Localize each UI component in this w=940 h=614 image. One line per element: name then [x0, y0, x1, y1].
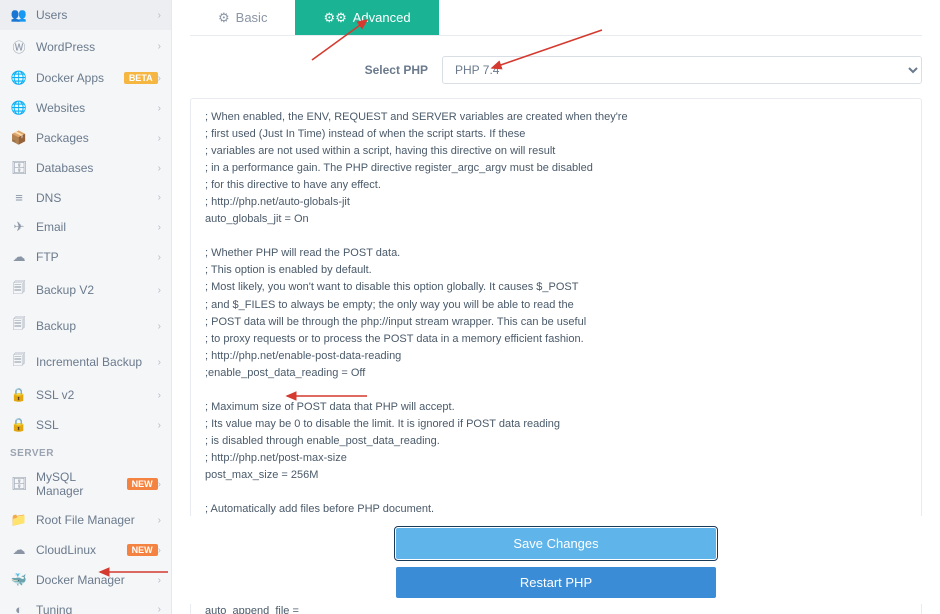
select-php-dropdown[interactable]: PHP 7.4: [442, 56, 922, 84]
sidebar: 👥Users›ⓌWordPress›🌐Docker AppsBETA›🌐Webs…: [0, 0, 172, 614]
chevron-right-icon: ›: [158, 10, 161, 21]
sidebar-item-label: Incremental Backup: [36, 355, 158, 369]
sidebar-item-docker-manager[interactable]: 🐳 Docker Manager›: [0, 565, 171, 595]
tab-advanced-label: Advanced: [353, 10, 411, 25]
sidebar-item-label: Docker Manager: [36, 573, 158, 587]
sidebar-item-label: MySQL Manager: [36, 470, 121, 498]
badge-new: NEW: [127, 478, 158, 490]
sidebar-item-users[interactable]: 👥 Users›: [0, 0, 171, 30]
tuning-icon: ◐: [10, 602, 28, 614]
tab-basic[interactable]: ⚙ Basic: [190, 0, 295, 35]
sidebar-item-label: SSL v2: [36, 388, 158, 402]
wordpress-icon: Ⓦ: [10, 37, 28, 56]
chevron-right-icon: ›: [158, 390, 161, 401]
chevron-right-icon: ›: [158, 41, 161, 52]
chevron-right-icon: ›: [158, 285, 161, 296]
chevron-right-icon: ›: [158, 103, 161, 114]
sidebar-item-label: Backup: [36, 319, 158, 333]
sidebar-item-ssl-v2[interactable]: 🔒 SSL v2›: [0, 380, 171, 410]
chevron-right-icon: ›: [158, 252, 161, 263]
sidebar-item-email[interactable]: ✈ Email›: [0, 212, 171, 242]
sidebar-item-label: Backup V2: [36, 283, 158, 297]
email-icon: ✈: [10, 219, 28, 235]
select-php-label: Select PHP: [365, 63, 428, 77]
backup-icon: 🗐: [10, 315, 28, 337]
root-file-manager-icon: 📁: [10, 512, 28, 528]
sidebar-item-label: WordPress: [36, 40, 158, 54]
chevron-right-icon: ›: [158, 604, 161, 614]
tabs: ⚙ Basic ⚙⚙ Advanced: [190, 0, 922, 36]
action-buttons: Save Changes Restart PHP: [190, 516, 922, 604]
sidebar-item-backup[interactable]: 🗐 Backup›: [0, 308, 171, 344]
chevron-right-icon: ›: [158, 222, 161, 233]
sidebar-item-packages[interactable]: 📦 Packages›: [0, 123, 171, 153]
chevron-right-icon: ›: [158, 163, 161, 174]
chevron-right-icon: ›: [158, 575, 161, 586]
docker-manager-icon: 🐳: [10, 572, 28, 588]
tab-basic-label: Basic: [236, 10, 268, 25]
sidebar-item-label: Tuning: [36, 603, 158, 614]
sidebar-item-ftp[interactable]: ☁ FTP›: [0, 242, 171, 272]
sidebar-item-label: Databases: [36, 161, 158, 175]
sidebar-item-label: Email: [36, 220, 158, 234]
save-changes-button[interactable]: Save Changes: [396, 528, 716, 559]
sidebar-item-label: SSL: [36, 418, 158, 432]
sidebar-item-websites[interactable]: 🌐 Websites›: [0, 93, 171, 123]
sidebar-section-server: SERVER: [0, 440, 171, 463]
sidebar-item-ssl[interactable]: 🔒 SSL›: [0, 410, 171, 440]
ftp-icon: ☁: [10, 249, 28, 265]
chevron-right-icon: ›: [158, 545, 161, 556]
sidebar-item-backup-v2[interactable]: 🗐 Backup V2›: [0, 272, 171, 308]
gears-icon: ⚙⚙: [323, 10, 346, 26]
sidebar-item-tuning[interactable]: ◐ Tuning›: [0, 595, 171, 614]
chevron-right-icon: ›: [158, 357, 161, 368]
select-php-row: Select PHP PHP 7.4: [190, 50, 922, 98]
backup-v2-icon: 🗐: [10, 279, 28, 301]
chevron-right-icon: ›: [158, 321, 161, 332]
sidebar-item-mysql-manager[interactable]: 🗄 MySQL Manager NEW›: [0, 463, 171, 505]
gear-icon: ⚙: [218, 10, 230, 26]
badge-new: NEW: [127, 544, 158, 556]
mysql-manager-icon: 🗄: [10, 476, 28, 492]
sidebar-item-label: Docker Apps: [36, 71, 118, 85]
incremental-backup-icon: 🗐: [10, 351, 28, 373]
sidebar-item-label: DNS: [36, 191, 158, 205]
sidebar-item-docker-apps[interactable]: 🌐 Docker Apps BETA›: [0, 63, 171, 93]
sidebar-item-label: Packages: [36, 131, 158, 145]
chevron-right-icon: ›: [158, 133, 161, 144]
ssl-v2-icon: 🔒: [10, 387, 28, 403]
dns-icon: ≡: [10, 190, 28, 205]
cloudlinux-icon: ☁: [10, 542, 28, 558]
sidebar-item-label: Root File Manager: [36, 513, 158, 527]
chevron-right-icon: ›: [158, 515, 161, 526]
databases-icon: 🗄: [10, 160, 28, 176]
sidebar-item-label: FTP: [36, 250, 158, 264]
sidebar-item-cloudlinux[interactable]: ☁ CloudLinux NEW›: [0, 535, 171, 565]
sidebar-item-wordpress[interactable]: Ⓦ WordPress›: [0, 30, 171, 63]
tab-advanced[interactable]: ⚙⚙ Advanced: [295, 0, 438, 35]
websites-icon: 🌐: [10, 100, 28, 116]
chevron-right-icon: ›: [158, 73, 161, 84]
chevron-right-icon: ›: [158, 420, 161, 431]
sidebar-item-label: Websites: [36, 101, 158, 115]
ssl-icon: 🔒: [10, 417, 28, 433]
restart-php-button[interactable]: Restart PHP: [396, 567, 716, 598]
sidebar-item-databases[interactable]: 🗄 Databases›: [0, 153, 171, 183]
badge-beta: BETA: [124, 72, 158, 84]
main-panel: ⚙ Basic ⚙⚙ Advanced Select PHP PHP 7.4 ;…: [172, 0, 940, 614]
sidebar-item-label: Users: [36, 8, 158, 22]
chevron-right-icon: ›: [158, 192, 161, 203]
sidebar-item-dns[interactable]: ≡ DNS›: [0, 183, 171, 212]
sidebar-item-incremental-backup[interactable]: 🗐 Incremental Backup›: [0, 344, 171, 380]
docker-apps-icon: 🌐: [10, 70, 28, 86]
users-icon: 👥: [10, 7, 28, 23]
sidebar-item-root-file-manager[interactable]: 📁 Root File Manager›: [0, 505, 171, 535]
sidebar-item-label: CloudLinux: [36, 543, 121, 557]
packages-icon: 📦: [10, 130, 28, 146]
chevron-right-icon: ›: [158, 479, 161, 490]
